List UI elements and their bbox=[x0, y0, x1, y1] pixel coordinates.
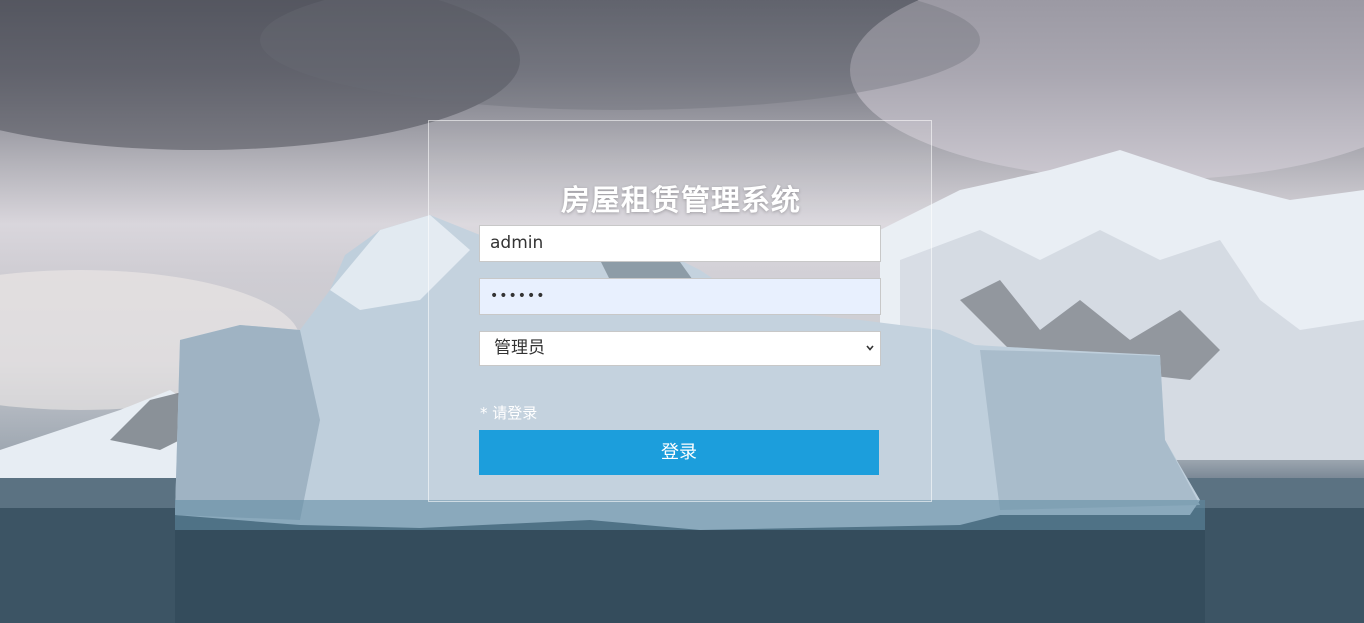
chevron-down-icon bbox=[866, 345, 874, 351]
login-hint: * 请登录 bbox=[480, 404, 538, 422]
role-select[interactable]: 管理员 bbox=[479, 331, 881, 366]
login-button[interactable]: 登录 bbox=[479, 430, 879, 475]
login-panel: 房屋租赁管理系统 admin •••••• 管理员 * 请登录 登录 bbox=[428, 120, 932, 502]
role-select-value: 管理员 bbox=[494, 338, 545, 358]
password-input[interactable]: •••••• bbox=[479, 278, 881, 315]
username-input[interactable]: admin bbox=[479, 225, 881, 262]
page-title: 房屋租赁管理系统 bbox=[560, 183, 801, 217]
